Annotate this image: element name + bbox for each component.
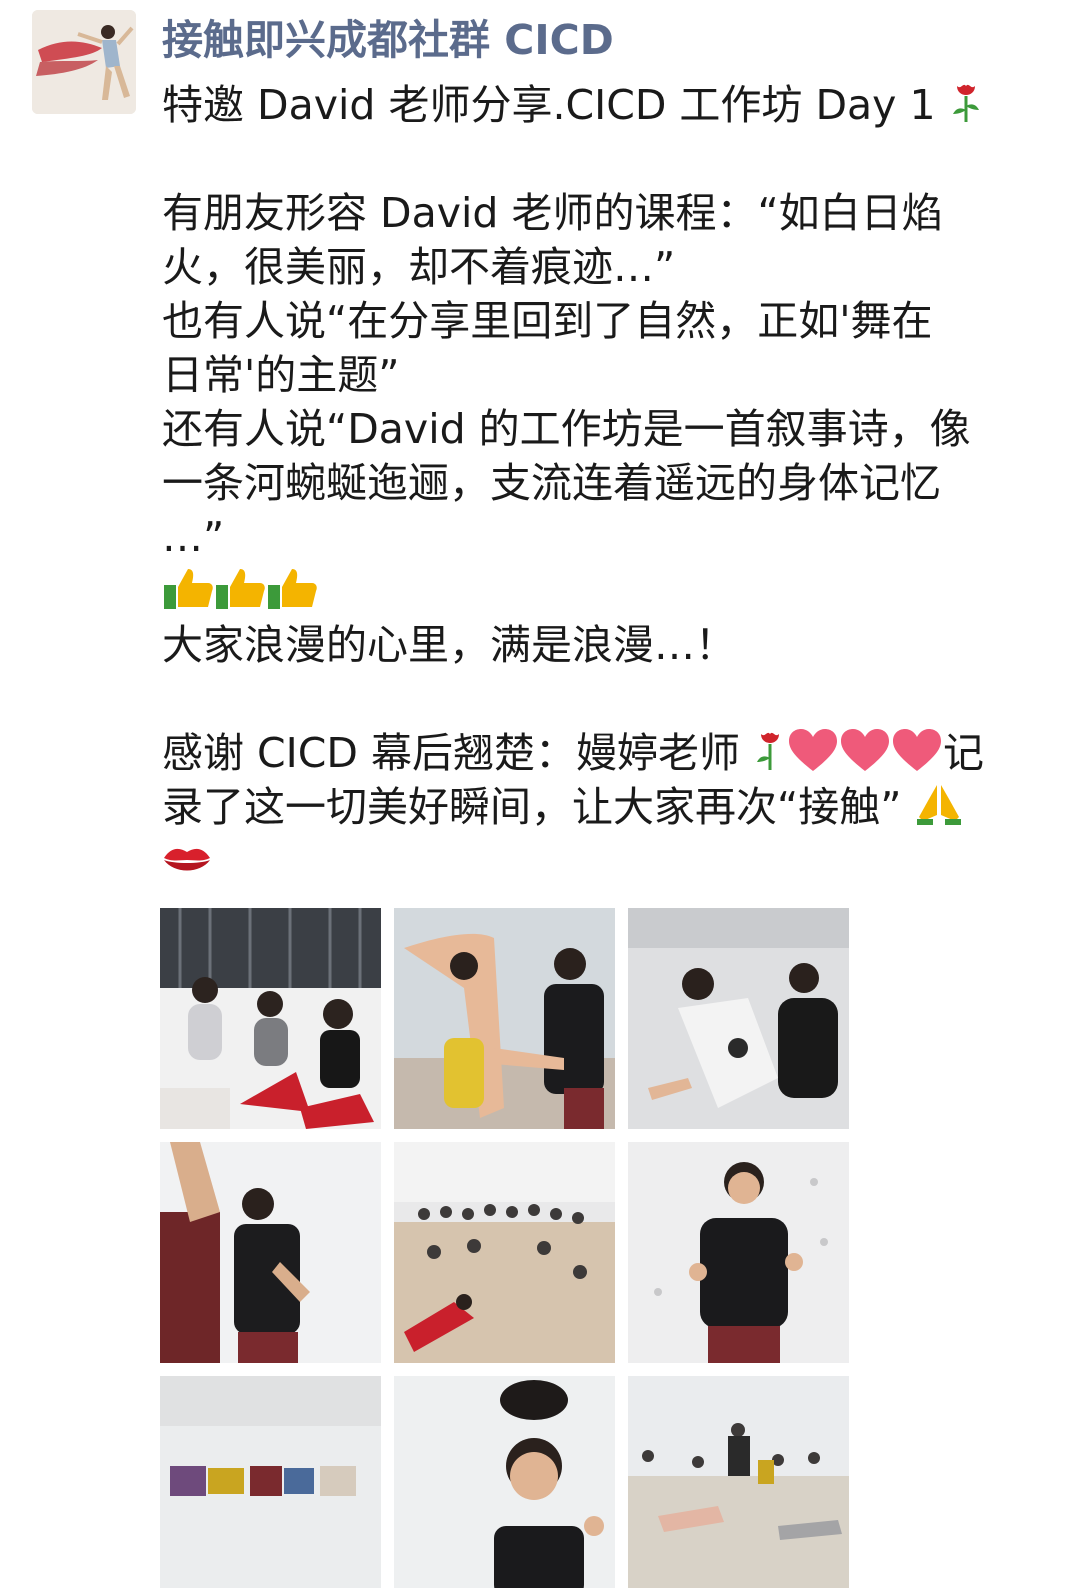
- post-title: 特邀 David 老师分享.CICD 工作坊 Day 1: [162, 81, 936, 129]
- photo-thumbnail[interactable]: [628, 1376, 849, 1588]
- photo-thumbnail[interactable]: [628, 908, 849, 1129]
- heart-icon: [891, 727, 943, 786]
- thumbs-up-row: [162, 564, 1042, 618]
- author-name[interactable]: 接触即兴成都社群 CICD: [162, 14, 614, 66]
- post-line: 一条河蜿蜒迤逦，支流连着遥远的身体记忆: [162, 459, 941, 507]
- thumbs-up-icon: [214, 565, 266, 624]
- thanks-text-cont: 记: [943, 729, 985, 777]
- photo-thumbnail[interactable]: [394, 908, 615, 1129]
- avatar[interactable]: [32, 10, 136, 114]
- post-line: 也有人说“在分享里回到了自然，正如'舞在: [162, 297, 933, 345]
- moments-post: 接触即兴成都社群 CICD 特邀 David 老师分享.CICD 工作坊 Day…: [0, 0, 1080, 1588]
- closing-text: 录了这一切美好瞬间，让大家再次“接触”: [162, 783, 902, 831]
- post-line: 日常'的主题”: [162, 351, 400, 399]
- heart-icon: [839, 727, 891, 786]
- thumbs-up-icon: [266, 565, 318, 624]
- post-line: 大家浪漫的心里，满是浪漫…！: [162, 621, 736, 669]
- heart-icon: [787, 727, 839, 786]
- photo-thumbnail[interactable]: [394, 1376, 615, 1588]
- photo-thumbnail[interactable]: [160, 1142, 381, 1363]
- photo-thumbnail[interactable]: [628, 1142, 849, 1363]
- photo-thumbnail[interactable]: [160, 1376, 381, 1588]
- post-line: 录了这一切美好瞬间，让大家再次“接触”: [162, 780, 1042, 834]
- post-line: 还有人说“David 的工作坊是一首叙事诗，像: [162, 405, 971, 453]
- post-line: 感谢 CICD 幕后翘楚：嫚婷老师 记: [162, 726, 1042, 780]
- thanks-text: 感谢 CICD 幕后翘楚：嫚婷老师: [162, 729, 740, 777]
- post-line: 火，很美丽，却不着痕迹…”: [162, 243, 676, 291]
- dancer-avatar-image: [32, 10, 136, 114]
- lips-row: [162, 834, 1042, 888]
- post-line: 有朋友形容 David 老师的课程：“如白日焰: [162, 189, 943, 237]
- photo-thumbnail[interactable]: [394, 1142, 615, 1363]
- photo-grid: [160, 908, 850, 1588]
- post-line: 特邀 David 老师分享.CICD 工作坊 Day 1: [162, 78, 1042, 132]
- post-text: 特邀 David 老师分享.CICD 工作坊 Day 1 有朋友形容 David…: [162, 78, 1042, 888]
- lips-icon: [162, 837, 212, 891]
- rose-icon: [949, 80, 983, 137]
- post-line: …”: [162, 513, 225, 561]
- thumbs-up-icon: [162, 565, 214, 624]
- photo-thumbnail[interactable]: [160, 908, 381, 1129]
- rose-icon: [753, 728, 787, 785]
- folded-hands-icon: [915, 781, 963, 840]
